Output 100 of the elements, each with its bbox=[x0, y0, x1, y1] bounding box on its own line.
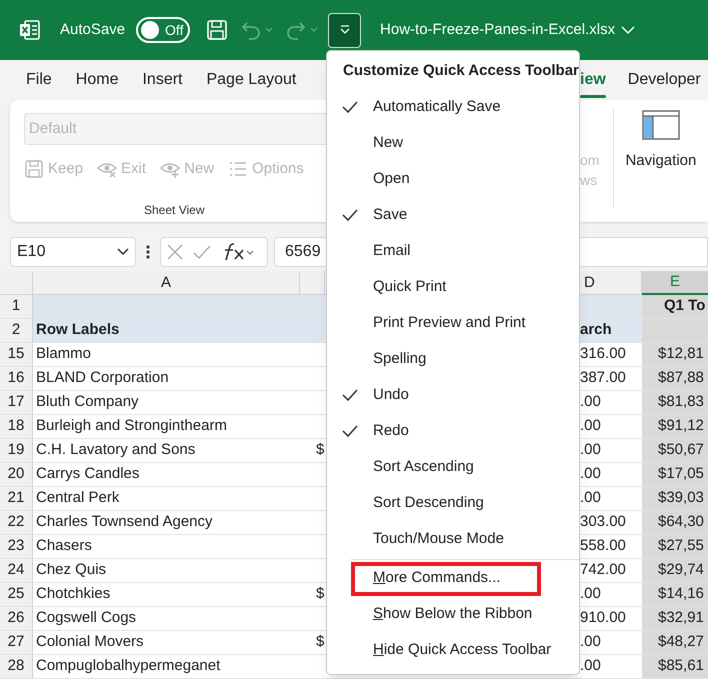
menu-item[interactable]: More Commands... bbox=[327, 560, 579, 596]
table-cell: $14,16 bbox=[642, 583, 708, 606]
table-cell: $12,81 bbox=[642, 343, 708, 366]
table-cell bbox=[580, 295, 642, 318]
table-cell: $17,05 bbox=[642, 463, 708, 486]
save-button[interactable] bbox=[206, 19, 228, 41]
ribbon-tab[interactable]: Developer bbox=[628, 60, 701, 100]
table-cell: Q1 To bbox=[642, 295, 708, 318]
row-number[interactable]: 23 bbox=[0, 535, 33, 558]
table-cell-text: C.H. Lavatory and Sons bbox=[35, 440, 196, 460]
row-number[interactable]: 1 bbox=[0, 295, 33, 318]
more-icon[interactable] bbox=[146, 244, 150, 260]
menu-item[interactable]: Show Below the Ribbon bbox=[327, 596, 579, 632]
autosave-label: AutoSave bbox=[60, 20, 126, 40]
table-cell-text: 387.00 bbox=[580, 368, 627, 388]
table-cell-text: Blammo bbox=[35, 344, 92, 364]
ribbon-tab[interactable]: Home bbox=[76, 60, 118, 100]
menu-item[interactable]: Undo bbox=[327, 377, 579, 413]
table-cell-text: 742.00 bbox=[580, 560, 627, 580]
table-cell: $39,03 bbox=[642, 487, 708, 510]
row-number[interactable]: 19 bbox=[0, 439, 33, 462]
row-number[interactable]: 26 bbox=[0, 607, 33, 630]
table-cell-text: .00 bbox=[580, 656, 602, 676]
save-icon bbox=[206, 19, 228, 41]
autosave-toggle[interactable]: Off bbox=[136, 17, 190, 43]
table-cell-text: Compuglobalhypermeganet bbox=[35, 656, 222, 676]
customize-button[interactable] bbox=[328, 12, 362, 48]
table-cell-text: .00 bbox=[580, 464, 602, 484]
table-cell-text: .00 bbox=[580, 440, 602, 460]
table-cell-text: 303.00 bbox=[580, 512, 627, 532]
table-cell: $48,27 bbox=[642, 631, 708, 654]
table-cell-text: .00 bbox=[580, 488, 602, 508]
dropdown-icon bbox=[338, 25, 351, 35]
ribbon-tab[interactable]: File bbox=[26, 60, 52, 100]
group-label: Sheet View bbox=[144, 202, 206, 218]
row-number[interactable]: 22 bbox=[0, 511, 33, 534]
table-cell: Row Labels bbox=[33, 319, 300, 342]
row-number[interactable]: 27 bbox=[0, 631, 33, 654]
table-cell: $81,83 bbox=[642, 391, 708, 414]
table-cell-text: .00 bbox=[580, 632, 602, 652]
table-cell-text: $ bbox=[315, 632, 325, 652]
file-name[interactable]: How-to-Freeze-Panes-in-Excel.xlsx bbox=[380, 18, 616, 42]
menu-item[interactable]: Print Preview and Print bbox=[327, 305, 579, 341]
menu-item[interactable]: Sort Ascending bbox=[327, 449, 579, 485]
table-cell-text: .00 bbox=[580, 392, 602, 412]
menu-item[interactable]: Spelling bbox=[327, 341, 579, 377]
table-cell-text: Bluth Company bbox=[35, 392, 140, 412]
row-number[interactable]: 15 bbox=[0, 343, 33, 366]
navigation-button[interactable]: Navigation bbox=[624, 110, 698, 176]
check-icon[interactable] bbox=[193, 244, 211, 260]
save-icon bbox=[24, 159, 44, 180]
row-number[interactable]: 28 bbox=[0, 655, 33, 678]
chevron-down-icon[interactable] bbox=[621, 25, 636, 35]
row-number[interactable]: 21 bbox=[0, 487, 33, 510]
menu-item[interactable]: Touch/Mouse Mode bbox=[327, 521, 579, 557]
table-cell-text: .00 bbox=[580, 584, 602, 604]
menu-item[interactable]: Hide Quick Access Toolbar bbox=[327, 632, 579, 668]
table-cell-text: Cogswell Cogs bbox=[35, 608, 138, 628]
ribbon-tab[interactable]: Page Layout bbox=[206, 60, 296, 100]
table-cell-text: 910.00 bbox=[580, 608, 627, 628]
menu-item[interactable]: Quick Print bbox=[327, 269, 579, 305]
table-cell-text: Carrys Candles bbox=[35, 464, 140, 484]
chevron-down-icon bbox=[117, 248, 129, 256]
table-cell-text: Chotchkies bbox=[35, 584, 112, 604]
table-cell-text: $ bbox=[315, 440, 325, 460]
table-cell-text: $ bbox=[315, 584, 325, 604]
name-box[interactable]: E10 bbox=[10, 236, 136, 266]
row-number[interactable]: 2 bbox=[0, 319, 33, 342]
table-cell-text: 316.00 bbox=[580, 344, 627, 364]
table-cell-text: BLAND Corporation bbox=[35, 368, 170, 388]
menu-title: Customize Quick Access Toolbar bbox=[342, 60, 579, 81]
menu-item[interactable]: Sort Descending bbox=[327, 485, 579, 521]
table-cell: $50,67 bbox=[642, 439, 708, 462]
table-cell: $32,91 bbox=[642, 607, 708, 630]
table-cell bbox=[300, 295, 325, 318]
navigation-pane-icon bbox=[642, 110, 680, 140]
ribbon-tab[interactable]: iew bbox=[580, 60, 606, 100]
table-cell-text: Burleigh and Stronginthearm bbox=[35, 416, 228, 436]
row-number[interactable]: 18 bbox=[0, 415, 33, 438]
caret-icon bbox=[265, 27, 274, 33]
excel-logo-icon[interactable] bbox=[19, 19, 41, 41]
table-cell: $64,30 bbox=[642, 511, 708, 534]
table-cell-text: Central Perk bbox=[35, 488, 120, 508]
menu-item[interactable]: Email bbox=[327, 233, 579, 269]
table-cell-text: .00 bbox=[580, 416, 602, 436]
row-number[interactable]: 25 bbox=[0, 583, 33, 606]
button-label: ws bbox=[580, 171, 598, 190]
menu-item[interactable]: Save bbox=[327, 197, 579, 233]
row-number[interactable]: 24 bbox=[0, 559, 33, 582]
row-number[interactable]: 16 bbox=[0, 367, 33, 390]
ribbon-tab[interactable]: Insert bbox=[142, 60, 182, 100]
row-number[interactable]: 17 bbox=[0, 391, 33, 414]
menu-item[interactable]: Open bbox=[327, 161, 579, 197]
table-cell: arch bbox=[580, 319, 642, 342]
table-cell: $87,88 bbox=[642, 367, 708, 390]
table-cell: $29,74 bbox=[642, 559, 708, 582]
row-number[interactable]: 20 bbox=[0, 463, 33, 486]
table-cell-text: Chez Quis bbox=[35, 560, 108, 580]
menu-item[interactable]: Redo bbox=[327, 413, 579, 449]
caret-icon bbox=[310, 27, 318, 33]
